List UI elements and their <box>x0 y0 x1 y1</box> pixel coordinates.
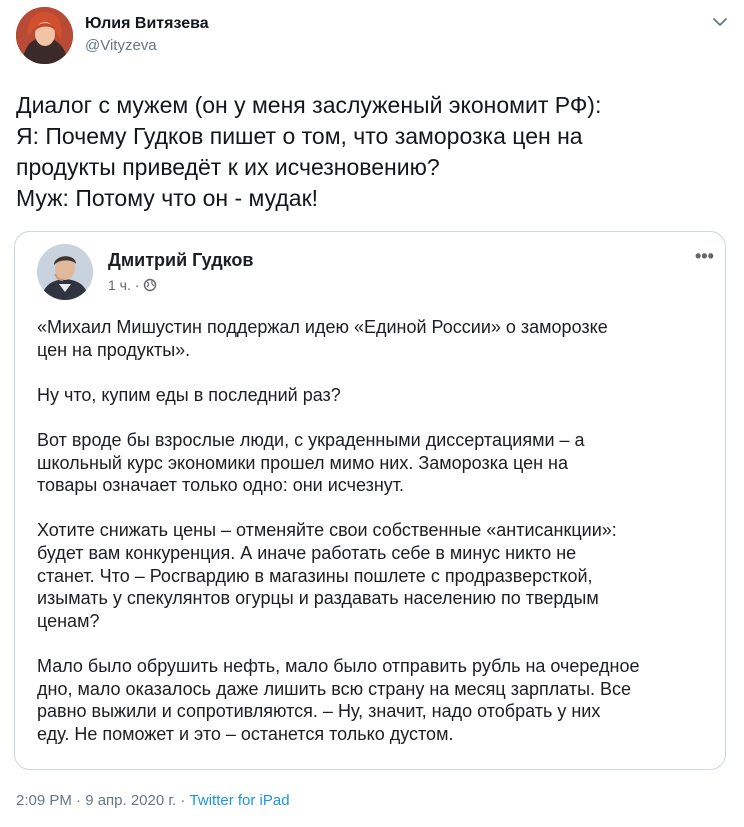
author-name[interactable]: Юлия Витязева <box>85 15 209 33</box>
post-line: равно выжили и сопротивляются. – Ну, зна… <box>37 701 601 722</box>
post-line: цен на продукты». <box>37 339 191 360</box>
post-paragraph: Вот вроде бы взрослые люди, с украденным… <box>37 429 717 497</box>
chevron-down-icon[interactable] <box>710 14 730 30</box>
tweet: Юлия Витязева @Vityzeva Диалог с мужем (… <box>0 0 744 827</box>
post-body: «Михаил Мишустин поддержал идею «Единой … <box>37 316 717 768</box>
post-line: Вот вроде бы взрослые люди, с украденным… <box>37 429 585 450</box>
post-line: «Михаил Мишустин поддержал идею «Единой … <box>37 317 608 337</box>
tweet-line: продукты приведёт к их исчезновению? <box>16 154 440 180</box>
post-line: Ну что, купим еды в последний раз? <box>37 384 341 405</box>
post-line: ценам? <box>37 610 100 631</box>
post-line: Мало было обрушить нефть, мало было отпр… <box>37 655 640 676</box>
post-time: 1 ч. · <box>108 277 140 293</box>
more-horizontal-icon: ••• <box>695 246 714 266</box>
tweet-footer: 2:09 PM · 9 апр. 2020 г. · Twitter for i… <box>16 792 290 809</box>
post-line: станет. Что – Росгвардию в магазины пошл… <box>37 565 593 586</box>
post-author-avatar <box>37 244 93 300</box>
post-paragraph: Хотите снижать цены – отменяйте свои соб… <box>37 519 717 632</box>
post-paragraph: Мало было обрушить нефть, мало было отпр… <box>37 655 717 745</box>
tweet-line: Я: Почему Гудков пишет о том, что заморо… <box>16 123 583 149</box>
post-paragraph: «Михаил Мишустин поддержал идею «Единой … <box>37 316 717 361</box>
tweet-source-link[interactable]: Twitter for iPad <box>190 792 290 809</box>
globe-icon <box>143 278 157 292</box>
post-line: еду. Не поможет и это – останется только… <box>37 723 454 744</box>
tweet-text: Диалог с мужем (он у меня заслуженый эко… <box>16 90 726 214</box>
post-line: изымать у спекулянтов огурцы и раздавать… <box>37 588 599 609</box>
post-line: будет вам конкуренция. А иначе работать … <box>37 542 577 563</box>
post-paragraph: Ну что, купим еды в последний раз? <box>37 384 717 407</box>
tweet-timestamp[interactable]: 2:09 PM · 9 апр. 2020 г. · <box>16 792 190 809</box>
post-line: школьный курс экономики прошел мимо них.… <box>37 452 568 473</box>
author-handle[interactable]: @Vityzeva <box>85 37 157 54</box>
author-avatar[interactable] <box>16 7 73 64</box>
tweet-line: Диалог с мужем (он у меня заслуженый эко… <box>16 92 602 118</box>
post-meta: 1 ч. · <box>108 277 157 293</box>
embedded-post-image[interactable]: Дмитрий Гудков 1 ч. · ••• «Михаил Мишуст… <box>14 231 726 770</box>
post-line: Хотите снижать цены – отменяйте свои соб… <box>37 520 617 541</box>
post-author-name: Дмитрий Гудков <box>108 250 254 270</box>
post-line: дно, мало оказалось даже лишить всю стра… <box>37 678 632 699</box>
post-line: товары означает только одно: они исчезну… <box>37 475 405 496</box>
tweet-line: Муж: Потому что он - мудак! <box>16 185 319 211</box>
